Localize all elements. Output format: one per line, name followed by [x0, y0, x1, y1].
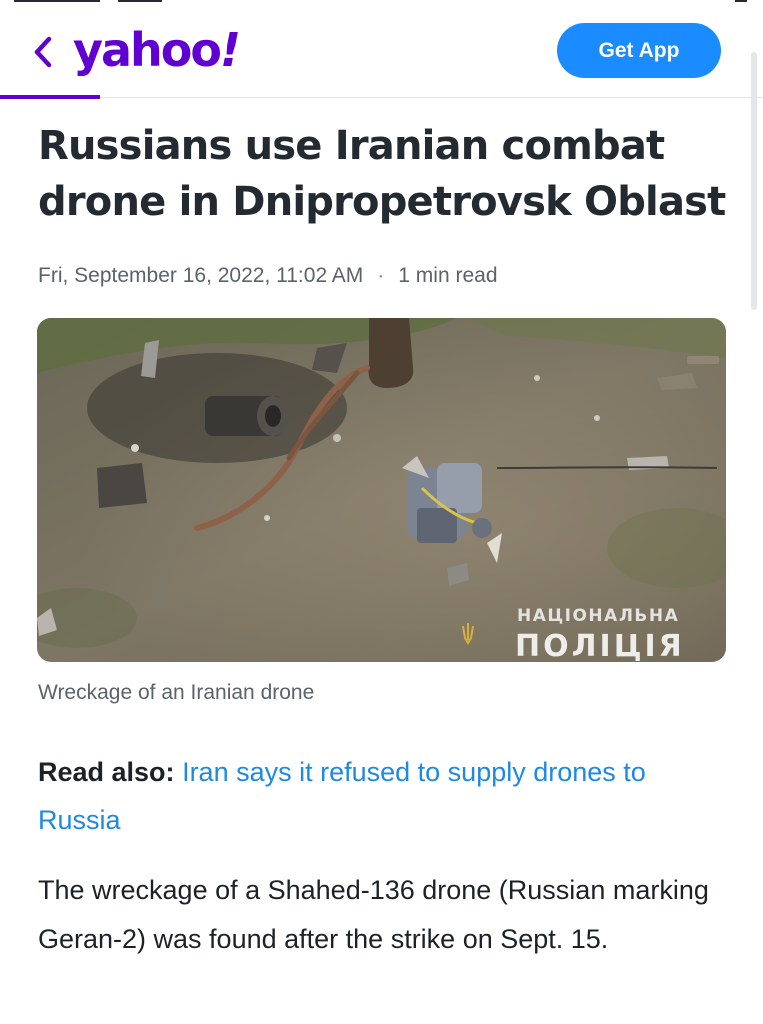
article-title: Russians use Iranian combat drone in Dni…: [38, 123, 726, 225]
read-also: Read also: Iran says it refused to suppl…: [38, 748, 728, 844]
meta-separator: ·: [377, 264, 385, 287]
publish-date: Fri, September 16, 2022, 11:02 AM: [38, 264, 364, 287]
logo-text: yahoo: [73, 23, 222, 77]
read-also-label: Read also:: [38, 757, 175, 787]
chevron-left-icon: [34, 36, 52, 68]
back-button[interactable]: [26, 30, 60, 74]
read-time: 1 min read: [398, 264, 498, 287]
article-body-paragraph: The wreckage of a Shahed-136 drone (Russ…: [38, 875, 709, 954]
watermark-line1: НАЦІОНАЛЬНА: [517, 606, 679, 626]
article-meta: Fri, September 16, 2022, 11:02 AM · 1 mi…: [38, 264, 498, 288]
yahoo-logo[interactable]: yahoo!: [73, 20, 241, 80]
get-app-button[interactable]: Get App: [557, 23, 721, 78]
drone-wreckage-photo: НАЦІОНАЛЬНА ПОЛІЦІЯ: [37, 318, 726, 662]
tab-underline: [0, 95, 100, 99]
article-image[interactable]: НАЦІОНАЛЬНА ПОЛІЦІЯ: [37, 318, 726, 662]
app-header: yahoo! Get App: [0, 0, 763, 99]
logo-bang: !: [219, 23, 241, 77]
watermark-line2: ПОЛІЦІЯ: [515, 629, 685, 662]
scrollbar[interactable]: [751, 52, 757, 310]
image-caption: Wreckage of an Iranian drone: [38, 681, 315, 704]
